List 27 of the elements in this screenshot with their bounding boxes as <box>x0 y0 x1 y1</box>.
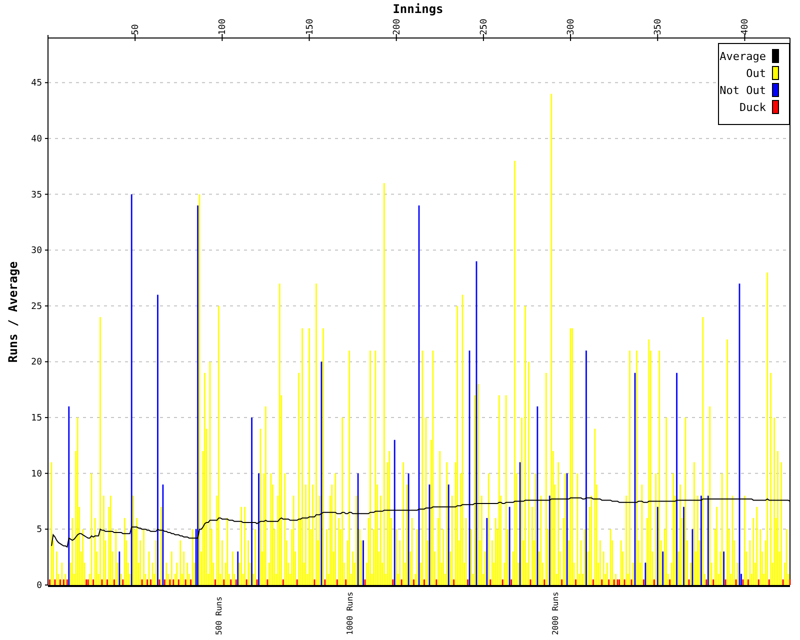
tick-label: 25 <box>31 302 42 312</box>
y-axis-title: Runs / Average <box>6 261 20 363</box>
tick-label: 400 <box>740 18 751 35</box>
runs-milestone-label: 2000 Runs <box>550 592 560 635</box>
tick-label: 35 <box>31 190 42 200</box>
tick-label: 20 <box>31 358 42 368</box>
legend-label: Out <box>746 67 766 80</box>
legend-label: Not Out <box>720 84 766 97</box>
tick-label: 5 <box>36 525 42 536</box>
tick-label: 350 <box>654 18 664 35</box>
tick-label: 45 <box>31 78 42 89</box>
tick-label: 250 <box>479 18 490 35</box>
tick-label: 200 <box>392 18 402 35</box>
tick-label: 300 <box>566 18 577 35</box>
legend-label: Average <box>720 50 766 63</box>
tick-label: 15 <box>31 414 42 424</box>
tick-label: 0 <box>36 581 42 591</box>
tick-label: 150 <box>305 18 316 35</box>
tick-label: 50 <box>131 24 142 35</box>
x-axis-title: Innings <box>392 2 444 16</box>
legend-label: Duck <box>740 101 766 114</box>
tick-label: 40 <box>31 134 42 144</box>
runs-milestone-label: 1000 Runs <box>345 592 354 635</box>
runs-milestone-label: 500 Runs <box>214 596 224 635</box>
tick-label: 100 <box>218 18 228 35</box>
tick-label: 30 <box>31 246 42 256</box>
tick-label: 10 <box>31 469 42 480</box>
